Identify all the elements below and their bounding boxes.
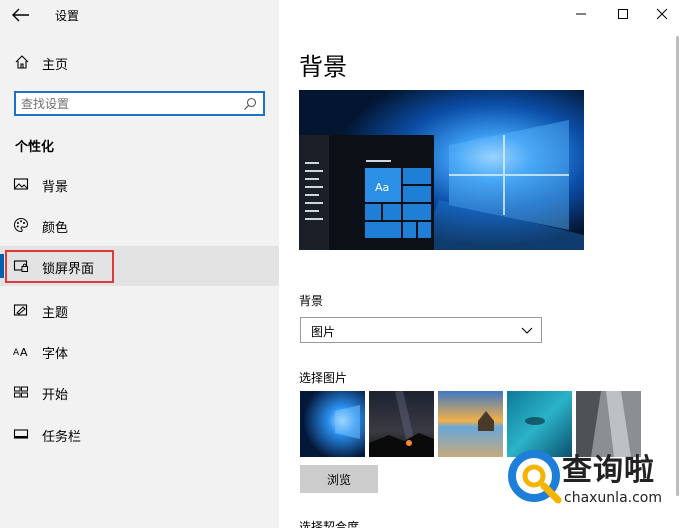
minimize-icon[interactable] — [566, 4, 596, 24]
sidebar-item-background[interactable]: 背景 — [0, 164, 279, 204]
preview-sample-text: Aa — [375, 181, 389, 194]
active-indicator — [0, 254, 4, 278]
watermark-url: chaxunla.com — [564, 490, 662, 506]
page-title: 背景 — [299, 53, 347, 81]
scrollbar[interactable] — [676, 36, 679, 496]
sidebar-item-fonts[interactable]: A A 字体 — [0, 331, 279, 371]
background-type-dropdown[interactable]: 图片 — [300, 317, 542, 343]
palette-icon — [14, 217, 29, 233]
search-input[interactable] — [16, 93, 231, 114]
home-icon — [15, 55, 29, 69]
background-type-label: 背景 — [299, 294, 324, 308]
sidebar-item-colors[interactable]: 颜色 — [0, 205, 279, 245]
sidebar-item-label: 任务栏 — [42, 430, 82, 445]
search-box[interactable] — [14, 91, 265, 116]
background-preview: Aa — [299, 90, 584, 250]
app-title: 设置 — [55, 9, 80, 23]
search-icon[interactable] — [243, 97, 257, 111]
picture-thumbnail[interactable] — [438, 391, 503, 457]
theme-icon — [13, 304, 28, 316]
choose-picture-label: 选择图片 — [299, 371, 348, 385]
title-bar: 设置 — [0, 0, 279, 30]
sidebar-item-label: 开始 — [42, 388, 69, 403]
sidebar-item-taskbar[interactable]: 任务栏 — [0, 414, 279, 454]
windows-wallpaper-preview: Aa — [299, 90, 584, 250]
watermark-logo: 查询啦 chaxunla.com — [506, 443, 682, 528]
home-label: 主页 — [42, 58, 69, 73]
sidebar-item-label: 颜色 — [42, 221, 69, 236]
magnifier-logo-icon — [508, 450, 562, 504]
sidebar-item-label: 背景 — [42, 180, 69, 195]
highlight-annotation-box — [5, 250, 114, 283]
home-nav-item[interactable]: 主页 — [0, 50, 279, 76]
close-icon[interactable] — [647, 4, 677, 24]
sidebar-item-label: 字体 — [42, 347, 69, 362]
sidebar-item-start[interactable]: 开始 — [0, 372, 279, 412]
svg-text:A: A — [20, 346, 28, 359]
settings-sidebar: 设置 主页 个性化 背景 颜色 — [0, 0, 279, 528]
section-title: 个性化 — [15, 140, 55, 155]
font-icon: A A — [13, 346, 28, 359]
sidebar-item-themes[interactable]: 主题 — [0, 290, 279, 330]
maximize-icon[interactable] — [608, 4, 638, 24]
picture-thumbnail[interactable] — [300, 391, 365, 457]
dropdown-selected-value: 图片 — [311, 325, 336, 339]
svg-text:A: A — [13, 348, 20, 358]
picture-thumbnail[interactable] — [369, 391, 434, 457]
browse-button[interactable]: 浏览 — [300, 465, 378, 493]
taskbar-icon — [13, 429, 29, 439]
chevron-down-icon — [521, 327, 533, 334]
watermark-brand: 查询啦 — [562, 453, 655, 488]
start-icon — [14, 386, 28, 398]
choose-fit-label: 选择契合度 — [299, 520, 360, 528]
back-arrow-icon[interactable] — [10, 5, 32, 25]
picture-icon — [13, 178, 29, 190]
sidebar-item-label: 主题 — [42, 306, 69, 321]
